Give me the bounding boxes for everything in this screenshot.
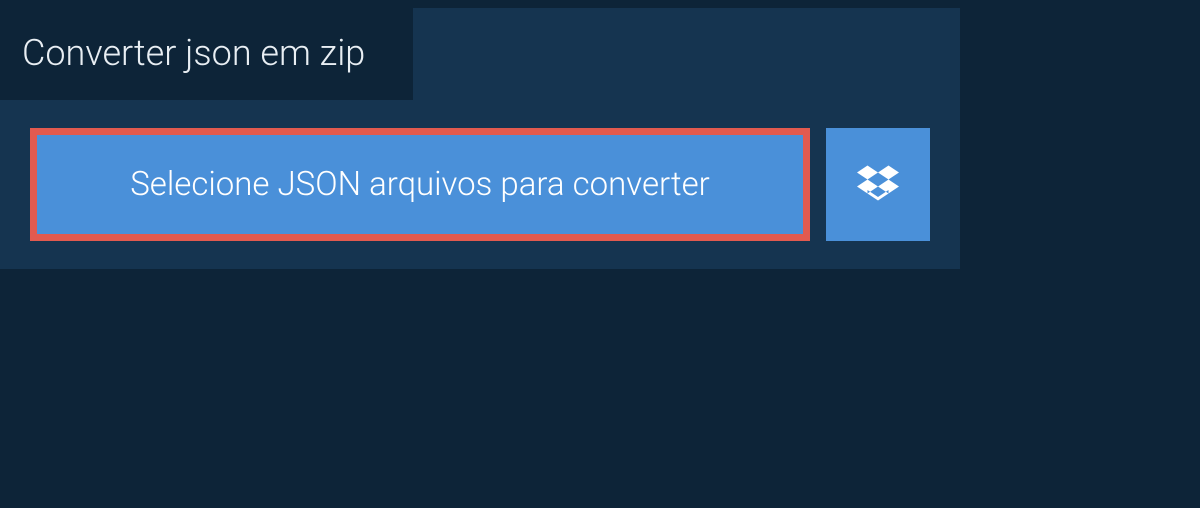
page-title: Converter json em zip (0, 8, 413, 100)
select-files-label: Selecione JSON arquivos para converter (130, 165, 710, 204)
tab-title-text: Converter json em zip (22, 32, 365, 74)
dropbox-icon (857, 162, 899, 208)
dropbox-button[interactable] (826, 128, 930, 241)
converter-panel: Converter json em zip Selecione JSON arq… (0, 8, 960, 269)
button-row: Selecione JSON arquivos para converter (0, 100, 960, 269)
select-files-button[interactable]: Selecione JSON arquivos para converter (30, 128, 810, 241)
